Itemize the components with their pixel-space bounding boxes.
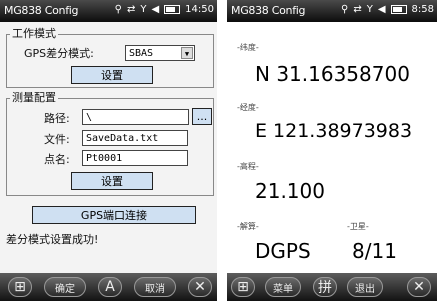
left-screen: MG838 Config ⚲ ⇄ Y ◀ 14:50 工作模式 GPS差分模式:… [0,0,217,301]
altitude-label: -高程- [237,162,259,171]
status-icons: ⚲ ⇄ Y ◀ 8:58 [341,4,434,15]
latitude-value: N 31.16358700 [255,62,410,86]
gps-icon: ⚲ [114,4,122,15]
close-icon[interactable]: ✕ [407,277,431,297]
file-label: 文件: [44,133,70,146]
solution-value: DGPS [255,239,311,263]
longitude-label: -经度- [237,103,259,112]
status-icons: ⚲ ⇄ Y ◀ 14:50 [115,4,214,15]
app-title: MG838 Config [4,4,79,17]
input-method-button[interactable]: 拼 [313,277,337,297]
satellite-label: -卫星- [347,222,369,231]
chevron-down-icon[interactable]: ▼ [181,47,193,59]
exit-button[interactable]: 退出 [347,277,383,297]
point-name-label: 点名: [44,153,70,166]
title-bar: MG838 Config ⚲ ⇄ Y ◀ 14:50 [0,0,217,22]
gps-icon: ⚲ [341,4,349,15]
altitude-value: 21.100 [255,179,325,203]
path-input[interactable]: \ [82,109,189,125]
ok-button[interactable]: 确定 [44,277,86,297]
signal-icon: Y [366,4,373,15]
latitude-label: -纬度- [237,43,259,52]
path-label: 路径: [44,112,70,125]
cancel-button[interactable]: 取消 [134,277,176,297]
gps-mode-value: SBAS [129,48,154,59]
measure-set-button[interactable]: 设置 [71,172,153,190]
satellite-value: 8/11 [352,239,397,263]
soft-key-bar: ⊞ 确定 A 取消 ✕ [0,273,217,301]
app-title: MG838 Config [231,4,306,17]
gps-port-connect-button[interactable]: GPS端口连接 [32,206,196,224]
status-message: 差分模式设置成功! [6,233,99,246]
battery-icon [164,5,181,14]
clock: 8:58 [411,4,434,15]
clock: 14:50 [185,4,214,15]
title-bar: MG838 Config ⚲ ⇄ Y ◀ 8:58 [227,0,437,22]
measure-config-legend: 测量配置 [10,91,58,104]
gps-mode-select[interactable]: SBAS ▼ [125,45,195,61]
signal-icon: Y [140,4,147,15]
battery-icon [390,5,407,14]
volume-icon[interactable]: ◀ [151,4,159,15]
close-icon[interactable]: ✕ [188,277,212,297]
solution-label: -解算- [237,222,259,231]
browse-button[interactable]: ... [192,108,212,125]
input-method-button[interactable]: A [98,277,122,297]
mode-set-button[interactable]: 设置 [71,66,153,84]
gps-mode-label: GPS差分模式: [24,47,94,60]
menu-button[interactable]: 菜单 [265,277,301,297]
sync-icon: ⇄ [126,4,136,15]
windows-start-icon[interactable]: ⊞ [231,277,255,297]
point-name-input[interactable]: Pt0001 [82,150,188,166]
right-screen: MG838 Config ⚲ ⇄ Y ◀ 8:58 -纬度- N 31.1635… [227,0,437,301]
windows-start-icon[interactable]: ⊞ [8,277,32,297]
file-input[interactable]: SaveData.txt [82,130,188,146]
sync-icon: ⇄ [353,4,362,15]
work-mode-legend: 工作模式 [10,27,58,40]
soft-key-bar: ⊞ 菜单 拼 退出 ✕ [227,273,437,301]
longitude-value: E 121.38973983 [255,120,413,142]
volume-icon[interactable]: ◀ [378,4,386,15]
